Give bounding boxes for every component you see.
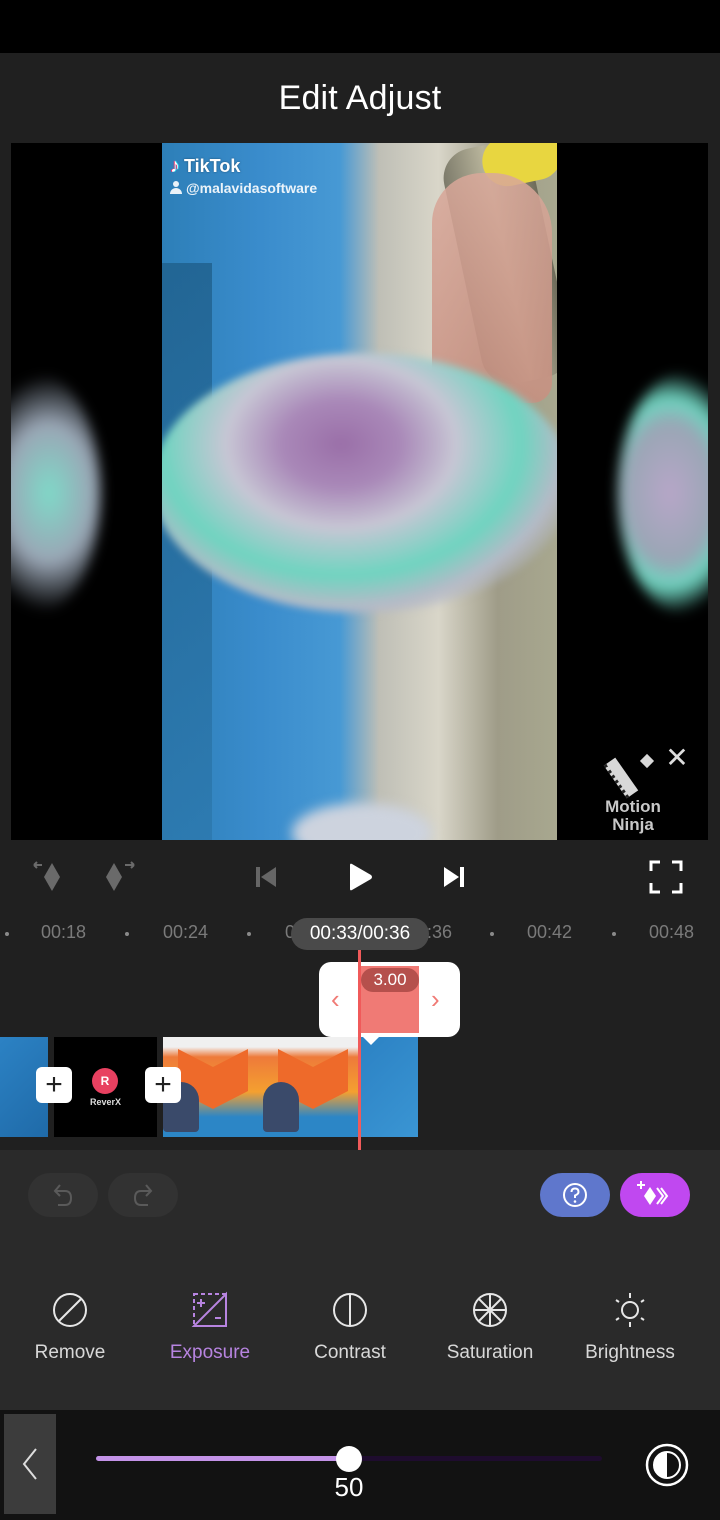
plus-icon: + — [45, 1068, 63, 1101]
plus-icon: + — [154, 1068, 172, 1101]
help-button[interactable] — [540, 1173, 610, 1217]
timeline-clip[interactable] — [263, 1037, 361, 1137]
video-frame[interactable]: ♪ TikTok @malavidasoftware — [11, 143, 708, 840]
ruler-dot — [490, 932, 494, 936]
tiktok-username: @malavidasoftware — [186, 180, 318, 196]
compare-icon — [645, 1443, 689, 1487]
smoke-cloud — [162, 353, 557, 613]
ai-transition-button[interactable] — [620, 1173, 690, 1217]
help-icon — [563, 1183, 587, 1207]
timeline-clip[interactable] — [361, 1037, 418, 1137]
trim-right-handle[interactable]: › — [431, 984, 440, 1015]
redo-icon — [133, 1184, 153, 1206]
tool-label: Saturation — [446, 1342, 534, 1363]
ai-transition-icon — [637, 1181, 669, 1205]
play-icon — [350, 863, 372, 891]
tiktok-watermark: ♪ TikTok @malavidasoftware — [170, 155, 317, 196]
video-preview[interactable]: ♪ TikTok @malavidasoftware Motion Ninja … — [0, 143, 720, 840]
tool-label: Contrast — [314, 1342, 386, 1363]
close-watermark-button[interactable]: ✕ — [664, 744, 690, 772]
add-transition-button[interactable]: + — [36, 1067, 72, 1103]
ruler-dot — [125, 932, 129, 936]
motion-ninja-watermark: Motion Ninja — [596, 748, 670, 834]
tool-remove[interactable]: Remove — [0, 1290, 140, 1364]
exposure-icon — [191, 1291, 227, 1327]
slider-fill — [96, 1456, 349, 1461]
keyframe-next-icon — [106, 861, 135, 891]
keyframe-prev-icon — [33, 861, 60, 891]
next-keyframe-button[interactable] — [96, 855, 140, 899]
side-cloud-left — [11, 373, 101, 613]
current-time-display: 00:33/00:36 — [291, 918, 429, 950]
undo-button[interactable] — [28, 1173, 98, 1217]
tiktok-brand: TikTok — [184, 156, 241, 176]
compare-button[interactable] — [644, 1442, 690, 1488]
adjust-slider-bar: 50 — [0, 1410, 720, 1520]
side-cloud-right — [618, 373, 708, 613]
slider-thumb[interactable] — [336, 1446, 362, 1472]
ruler-dot — [612, 932, 616, 936]
playhead[interactable] — [358, 950, 361, 1150]
user-icon — [170, 181, 182, 195]
ruler-tick: 00:24 — [163, 922, 209, 942]
reverse-app-icon: R — [92, 1068, 118, 1094]
status-bar — [0, 0, 720, 53]
redo-button[interactable] — [108, 1173, 178, 1217]
clip-duration-label: 3.00 — [361, 968, 419, 992]
fullscreen-button[interactable] — [644, 855, 688, 899]
ruler-tick: 00:18 — [41, 922, 87, 942]
chevron-left-icon — [22, 1448, 37, 1480]
adjust-tools: Remove Exposure Contrast Saturation Brig… — [0, 1290, 720, 1380]
ruler-tick: 00:48 — [649, 922, 695, 942]
tool-saturation[interactable]: Saturation — [420, 1290, 560, 1364]
skip-back-icon — [256, 867, 276, 887]
contrast-icon — [333, 1293, 367, 1327]
play-button[interactable] — [338, 855, 382, 899]
tool-label: Remove — [34, 1342, 106, 1363]
trim-popup[interactable]: ‹ › 3.00 — [319, 962, 460, 1045]
app-header: Edit Adjust — [0, 53, 720, 143]
fullscreen-icon — [649, 860, 683, 894]
saturation-icon — [473, 1293, 507, 1327]
skip-to-end-button[interactable] — [432, 855, 476, 899]
skip-forward-icon — [444, 867, 464, 887]
trim-left-handle[interactable]: ‹ — [331, 984, 340, 1015]
watermark-text-2: Ninja — [612, 815, 654, 834]
brightness-icon — [615, 1293, 645, 1327]
tool-label: Brightness — [585, 1342, 675, 1363]
previous-keyframe-button[interactable] — [28, 855, 72, 899]
playback-controls: 00:18 00:24 00:30 00:36 00:42 00:48 00:3… — [0, 840, 720, 1150]
add-transition-button[interactable]: + — [145, 1067, 181, 1103]
ruler-tick: 00:42 — [527, 922, 573, 942]
tool-brightness[interactable]: Brightness — [560, 1290, 700, 1364]
video-content: ♪ TikTok @malavidasoftware — [162, 143, 557, 840]
skip-to-start-button[interactable] — [244, 855, 288, 899]
tool-label: Exposure — [169, 1342, 251, 1363]
slider-value: 50 — [334, 1472, 364, 1502]
undo-icon — [53, 1184, 73, 1206]
remove-icon — [53, 1293, 87, 1327]
tool-exposure[interactable]: Exposure — [140, 1290, 280, 1364]
ruler-dot — [247, 932, 251, 936]
watermark-text-1: Motion — [605, 797, 661, 816]
tool-contrast[interactable]: Contrast — [280, 1290, 420, 1364]
tiktok-icon: ♪ — [170, 155, 180, 177]
ruler-dot — [5, 932, 9, 936]
back-button[interactable] — [4, 1414, 56, 1514]
action-bar: Remove Exposure Contrast Saturation Brig… — [0, 1150, 720, 1410]
page-title: Edit Adjust — [278, 78, 442, 117]
timeline-ruler[interactable]: 00:18 00:24 00:30 00:36 00:42 00:48 00:3… — [0, 918, 720, 952]
motion-ninja-logo-icon — [596, 748, 670, 799]
